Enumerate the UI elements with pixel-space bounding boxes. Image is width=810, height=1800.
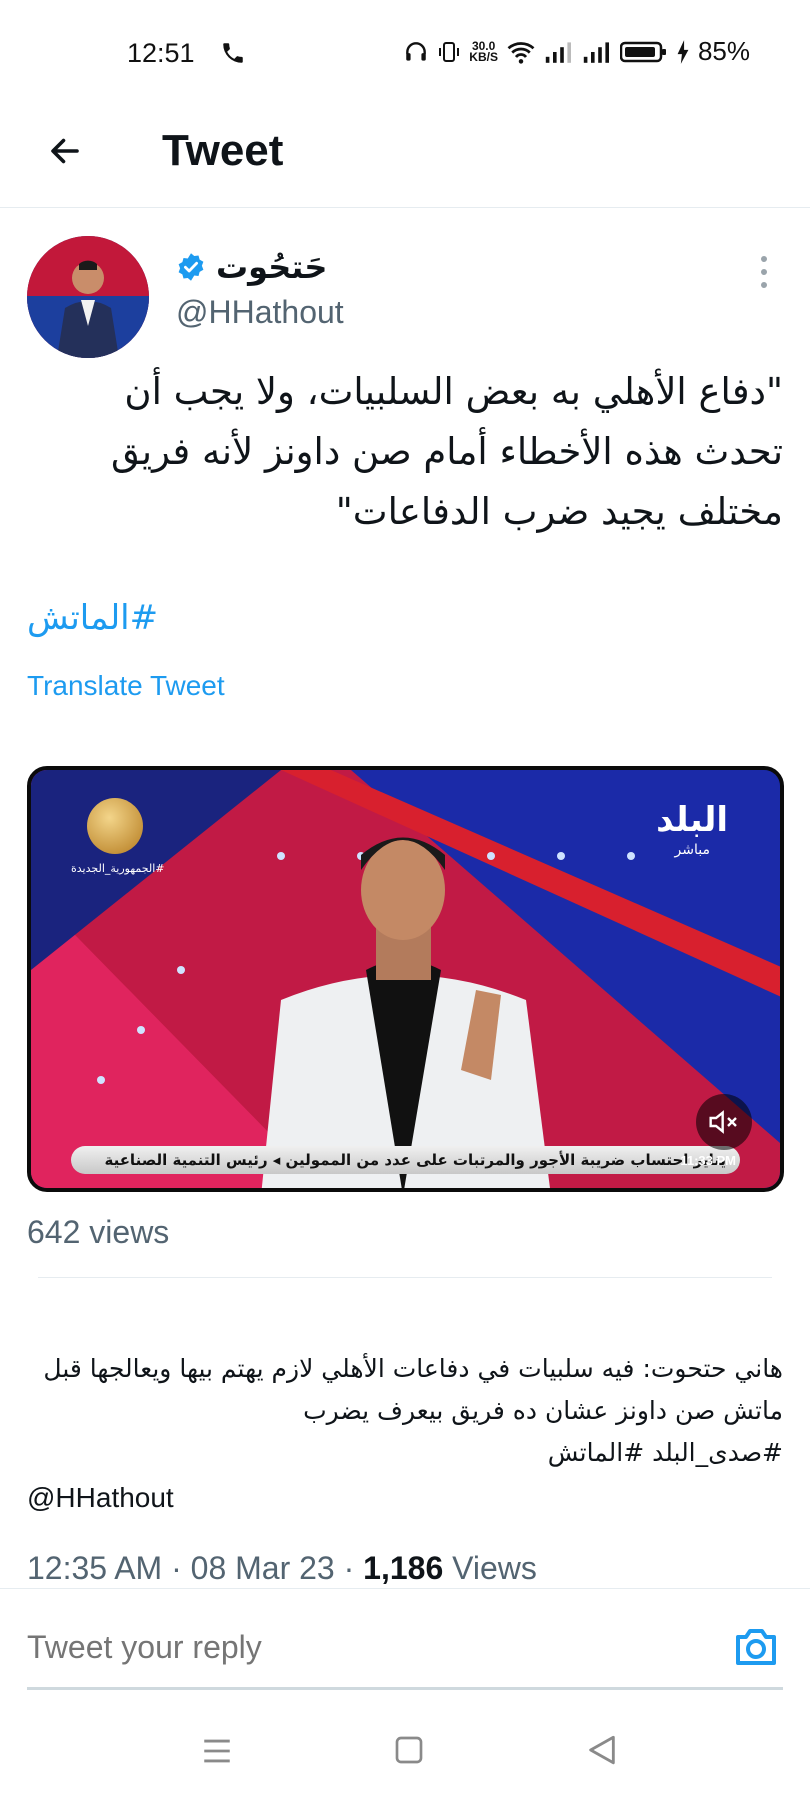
author-name-row: حَتحُوت — [176, 248, 327, 286]
status-time: 12:51 — [127, 38, 195, 68]
video-description-hashtags[interactable]: #صدى_البلد #الماتش — [27, 1432, 783, 1474]
page-title: Tweet — [162, 126, 284, 175]
hashtag-link[interactable]: #الماتش — [27, 598, 158, 638]
ticker-time: 11:33 PM — [680, 1153, 736, 1168]
back-arrow-icon — [51, 138, 79, 164]
signal-icon — [545, 41, 571, 63]
vibrate-icon — [439, 41, 460, 62]
net-speed: 30.0 KB/S — [469, 40, 498, 64]
battery-icon — [619, 41, 666, 62]
top-bar: Tweet — [0, 110, 810, 208]
mute-button[interactable] — [696, 1094, 752, 1150]
reply-bar — [0, 1588, 810, 1692]
author-handle[interactable]: @HHathout — [176, 294, 344, 331]
channel-logo: البلد — [656, 800, 728, 840]
home-icon[interactable] — [393, 1734, 425, 1766]
author-display-name[interactable]: حَتحُوت — [216, 248, 327, 286]
reply-underline — [27, 1687, 783, 1690]
translate-tweet-link[interactable]: Translate Tweet — [27, 670, 225, 702]
status-bar: 12:51 30.0 KB/S 85% — [0, 0, 810, 110]
more-options-icon[interactable] — [752, 252, 776, 292]
media-view-count: 642 views — [27, 1214, 170, 1250]
tweet-view-label: Views — [443, 1550, 537, 1586]
verified-badge-icon — [178, 253, 204, 281]
mention-link[interactable]: @HHathout — [27, 1482, 174, 1514]
signal-icon — [583, 41, 609, 63]
tweet-timestamp: 12:35 AM · 08 Mar 23 · — [27, 1550, 364, 1586]
recent-apps-icon[interactable] — [200, 1734, 234, 1768]
system-nav-bar — [0, 1700, 810, 1800]
reply-input[interactable] — [27, 1629, 627, 1666]
tweet-meta: 12:35 AM · 08 Mar 23 · 1,186 Views — [27, 1550, 537, 1587]
wifi-icon — [507, 41, 535, 64]
video-description-text: هاني حتحوت: فيه سلبيات في دفاعات الأهلي … — [43, 1354, 783, 1425]
camera-icon[interactable] — [732, 1625, 780, 1669]
status-icons: 30.0 KB/S 85% — [403, 36, 750, 67]
charging-icon — [677, 39, 689, 64]
tweet-view-count[interactable]: 1,186 — [363, 1550, 443, 1586]
tweet-text: "دفاع الأهلي به بعض السلبيات، ولا يجب أن… — [110, 370, 783, 533]
seal-caption: #الجمهورية_الجديدة — [71, 862, 165, 875]
divider — [38, 1277, 772, 1278]
video-description: هاني حتحوت: فيه سلبيات في دفاعات الأهلي … — [27, 1348, 783, 1474]
speaker-muted-icon — [709, 1110, 737, 1134]
seal-logo — [87, 798, 143, 854]
news-ticker: يناير احتساب ضريبة الأجور والمرتبات على … — [71, 1146, 740, 1174]
channel-live-label: مباشر — [674, 842, 710, 858]
nav-back-icon[interactable] — [585, 1732, 619, 1768]
back-button[interactable] — [38, 124, 92, 178]
battery-percent: 85% — [697, 36, 750, 66]
net-speed-unit: KB/S — [469, 49, 498, 64]
avatar[interactable] — [27, 236, 149, 358]
avatar-image — [27, 236, 149, 358]
headphones-icon — [406, 41, 427, 61]
video-player[interactable]: #الجمهورية_الجديدة البلد مباشر يناير احت… — [27, 766, 784, 1192]
phone-icon — [223, 43, 243, 63]
